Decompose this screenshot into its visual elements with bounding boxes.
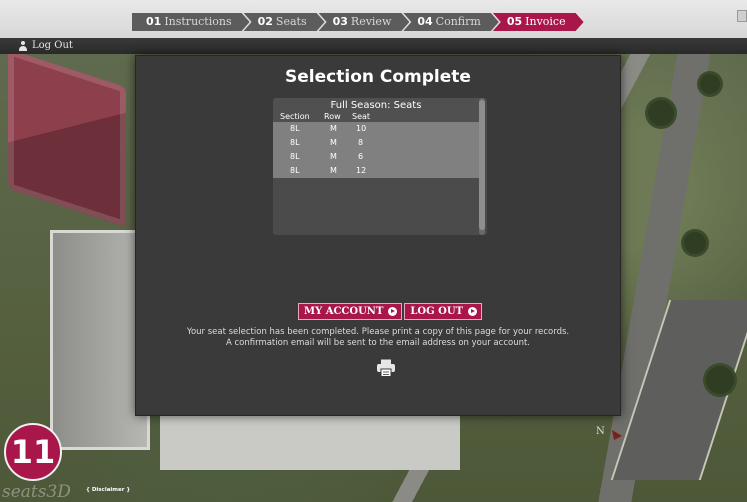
step-label: Review [350,15,392,28]
step-number: 01 [146,15,162,28]
map-tree [700,74,720,94]
step-confirm[interactable]: 04 Confirm [403,13,498,31]
dialog-actions: MY ACCOUNT LOG OUT [298,303,483,320]
seat-section: 8L [290,124,300,133]
map-tree [648,100,674,126]
window-corner-control[interactable] [737,10,747,22]
compass-north-label: N [596,426,605,437]
selection-complete-dialog: Selection Complete Full Season: Seats Se… [135,55,621,416]
seat-panel-header: Full Season: Seats Section Row Seat [273,98,479,122]
seat-number: 8 [358,138,364,147]
step-number: 04 [417,15,433,28]
seat-section: 8L [290,152,300,161]
column-header-row: Row [324,112,341,121]
compass: N [596,424,640,448]
seat-list: 8L M 10 8L M 8 8L M 6 8L M 12 [273,122,479,178]
map-tree [706,366,734,394]
arrow-circle-icon [388,307,398,316]
header-logout-link[interactable]: Log Out [18,40,73,51]
seat-number: 6 [358,152,364,161]
brand-logo: seats3D [2,482,71,502]
dialog-title: Selection Complete [285,67,471,87]
step-number: 03 [332,15,348,28]
step-number: 02 [257,15,273,28]
account-bar: Log Out [0,38,747,54]
completion-message-line2: A confirmation email will be sent to the… [225,338,531,348]
seat-row-value: M [330,138,337,147]
seat-summary-panel: Full Season: Seats Section Row Seat 8L M… [273,98,487,235]
section-number-badge: 11 [4,423,62,481]
completion-message: Your seat selection has been completed. … [136,327,620,349]
step-number: 05 [506,15,523,28]
user-icon [18,40,28,51]
step-list: 01 Instructions 02 Seats 03 Review 04 Confir… [132,13,584,31]
seat-list-scroll-thumb[interactable] [479,100,485,230]
completion-message-line1: Your seat selection has been completed. … [186,327,570,337]
step-label: Seats [275,15,307,28]
column-header-section: Section [280,112,310,121]
map-tree [684,232,706,254]
seat-row[interactable]: 8L M 10 [273,122,479,136]
column-header-seat: Seat [352,112,371,121]
step-label: Confirm [435,15,481,28]
step-seats[interactable]: 02 Seats [244,13,325,31]
step-instructions[interactable]: 01 Instructions [132,13,250,31]
logout-button[interactable]: LOG OUT [404,303,483,320]
step-invoice[interactable]: 05 Invoice [493,13,584,31]
step-label: Invoice [525,15,566,28]
arrow-circle-icon [468,307,478,316]
step-review[interactable]: 03 Review [319,13,410,31]
seat-number: 10 [356,124,367,133]
disclaimer-link[interactable]: { Disclaimer } [86,487,130,493]
seat-row-value: M [330,166,337,175]
seat-section: 8L [290,138,300,147]
seat-row-value: M [330,152,337,161]
header-logout-label: Log Out [32,40,73,51]
compass-arrow-icon [612,430,636,444]
my-account-label: MY ACCOUNT [304,306,384,317]
seat-panel-title: Full Season: Seats [330,100,422,111]
step-navigation-bar: 01 Instructions 02 Seats 03 Review 04 Confir… [0,0,747,38]
seat-number: 12 [356,166,367,175]
my-account-button[interactable]: MY ACCOUNT [298,303,403,320]
step-label: Instructions [164,15,232,28]
seat-row-value: M [330,124,337,133]
logout-button-label: LOG OUT [410,306,464,317]
seat-row[interactable]: 8L M 8 [273,136,479,150]
seat-row[interactable]: 8L M 12 [273,164,479,178]
seat-section: 8L [290,166,300,175]
printer-icon[interactable] [376,359,396,377]
seat-row[interactable]: 8L M 6 [273,150,479,164]
